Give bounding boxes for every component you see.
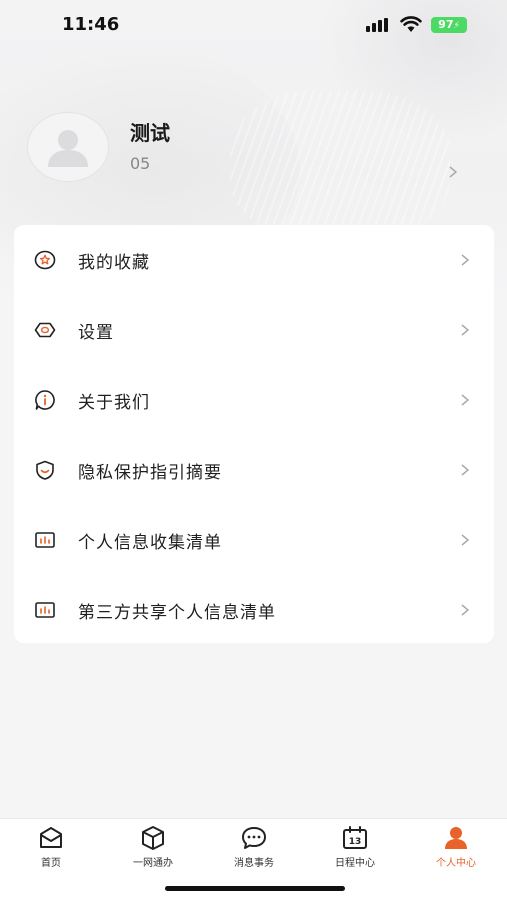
menu-item-label: 设置 [78, 322, 114, 343]
menu-item-privacy-summary[interactable]: 隐私保护指引摘要 [14, 435, 494, 505]
tab-label: 一网通办 [133, 858, 173, 869]
menu-card: 我的收藏 设置 关于我们 隐私保护指引摘要 个人信息收集清单 第三方共享个人信息… [14, 225, 494, 643]
chevron-right-icon [461, 394, 470, 406]
menu-item-personal-info-list[interactable]: 个人信息收集清单 [14, 505, 494, 575]
chevron-right-icon [461, 254, 470, 266]
chevron-right-icon [461, 464, 470, 476]
calendar-icon: 13 [343, 826, 367, 849]
menu-item-label: 个人信息收集清单 [78, 532, 222, 553]
tab-personal-center[interactable]: 个人中心 [411, 825, 501, 875]
tab-label: 消息事务 [234, 858, 274, 869]
profile-chevron-right-icon[interactable] [446, 163, 460, 181]
home-indicator[interactable] [165, 886, 345, 891]
profile-name: 测试 [130, 121, 170, 145]
profile-id: 05 [130, 154, 151, 173]
chat-bubble-icon [242, 827, 266, 849]
menu-item-label: 第三方共享个人信息清单 [78, 602, 276, 623]
menu-item-label: 我的收藏 [78, 252, 150, 273]
home-envelope-icon [40, 827, 62, 848]
tab-label: 首页 [41, 858, 61, 869]
status-time: 11:46 [62, 14, 120, 35]
menu-item-label: 关于我们 [78, 392, 150, 413]
settings-hexagon-icon [34, 322, 56, 338]
menu-item-settings[interactable]: 设置 [14, 295, 494, 365]
bar-chart-box-icon [35, 532, 55, 548]
shield-smile-icon [36, 460, 54, 480]
menu-item-favorites[interactable]: 我的收藏 [14, 225, 494, 295]
battery-indicator: 97⚡ [431, 17, 467, 33]
menu-item-third-party-sharing-list[interactable]: 第三方共享个人信息清单 [14, 575, 494, 645]
tab-label: 个人中心 [436, 858, 476, 869]
menu-item-about-us[interactable]: 关于我们 [14, 365, 494, 435]
tab-messages[interactable]: 消息事务 [209, 825, 299, 875]
profile-screen: 11:46 97⚡ 测试 05 我的收藏 设置 关于我们 隐私保护指引摘要 个人… [0, 0, 507, 900]
charging-bolt-icon: ⚡ [453, 21, 460, 31]
chevron-right-icon [461, 324, 470, 336]
avatar-placeholder-icon [48, 130, 88, 167]
cellular-signal-icon [366, 18, 392, 32]
menu-item-label: 隐私保护指引摘要 [78, 462, 222, 483]
svg-text:13: 13 [349, 837, 362, 847]
star-badge-icon [34, 250, 56, 270]
tab-label: 日程中心 [335, 858, 375, 869]
tab-one-stop-service[interactable]: 一网通办 [108, 825, 198, 875]
person-icon [445, 827, 467, 849]
wifi-icon [400, 16, 422, 32]
chevron-right-icon [461, 604, 470, 616]
info-bubble-icon [35, 390, 55, 410]
battery-level: 97 [438, 18, 454, 31]
cube-icon [142, 826, 164, 850]
status-bar: 11:46 97⚡ [0, 0, 507, 52]
tab-schedule[interactable]: 13 日程中心 [310, 825, 400, 875]
tab-home[interactable]: 首页 [6, 825, 96, 875]
bar-chart-box-icon [35, 602, 55, 618]
avatar[interactable] [27, 112, 109, 182]
chevron-right-icon [461, 534, 470, 546]
